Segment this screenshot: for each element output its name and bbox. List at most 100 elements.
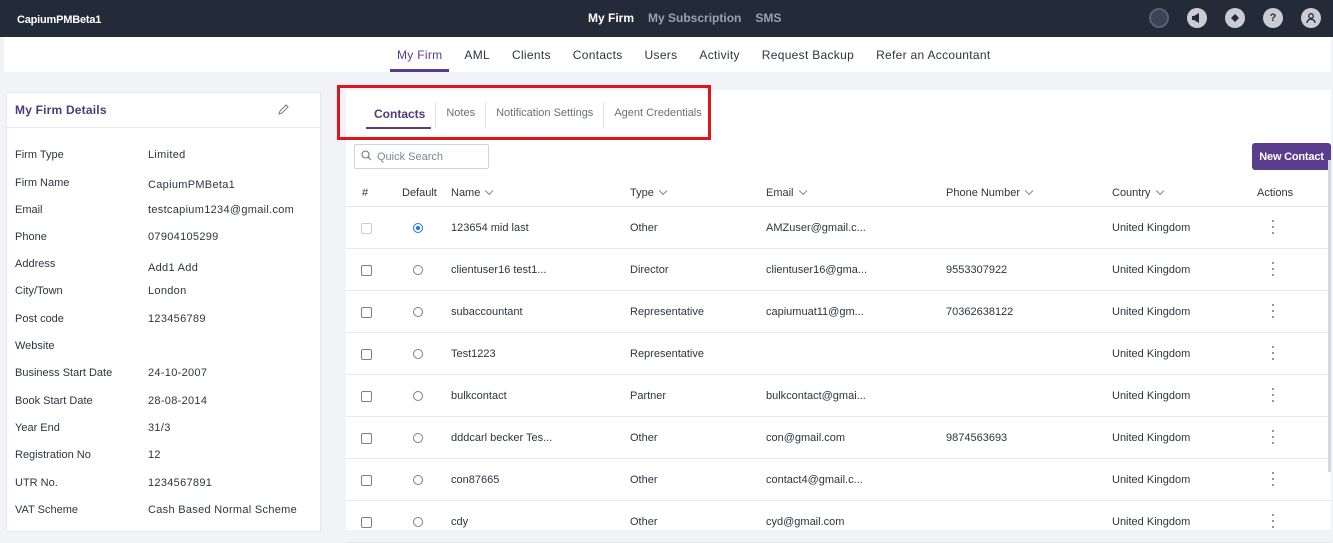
- edit-icon[interactable]: [277, 103, 291, 117]
- tab-notes[interactable]: Notes: [436, 102, 487, 128]
- cell-name[interactable]: clientuser16 test1...: [451, 264, 546, 276]
- default-radio[interactable]: [413, 433, 423, 443]
- cell-country: United Kingdom: [1112, 474, 1191, 486]
- table-header: # Default Name Type Email Phone Number C…: [346, 179, 1331, 207]
- col-phone[interactable]: Phone Number: [946, 186, 1034, 199]
- cell-name[interactable]: subaccountant: [451, 306, 523, 318]
- col-type-label: Type: [630, 187, 654, 199]
- row-checkbox[interactable]: [361, 391, 372, 402]
- more-actions-icon[interactable]: [1271, 220, 1275, 234]
- tab-contacts[interactable]: Contacts: [364, 102, 437, 129]
- table-row[interactable]: 123654 mid last Other AMZuser@gmail.c... Un…: [346, 207, 1331, 249]
- default-radio[interactable]: [413, 349, 423, 359]
- subnav-users[interactable]: Users: [634, 37, 689, 72]
- detail-value: 24-10-2007: [148, 367, 208, 379]
- cell-name[interactable]: bulkcontact: [451, 390, 507, 402]
- subnav-refer-accountant[interactable]: Refer an Accountant: [865, 37, 1001, 72]
- topnav-my-firm[interactable]: My Firm: [588, 11, 634, 25]
- table-row[interactable]: Test1223 Representative United Kingdom: [346, 333, 1331, 375]
- secondary-nav: My Firm AML Clients Contacts Users Activ…: [4, 37, 1331, 72]
- default-radio[interactable]: [413, 391, 423, 401]
- col-name[interactable]: Name: [451, 186, 494, 199]
- contacts-panel: Contacts Notes Notification Settings Age…: [346, 90, 1331, 543]
- row-checkbox[interactable]: [361, 307, 372, 318]
- brand-name: CapiumPMBeta1: [17, 14, 102, 26]
- row-checkbox[interactable]: [361, 223, 372, 234]
- cell-email: con@gmail.com: [766, 432, 846, 444]
- tab-notification-settings[interactable]: Notification Settings: [486, 102, 605, 128]
- cell-name[interactable]: dddcarl becker Tes...: [451, 432, 552, 444]
- subnav-activity[interactable]: Activity: [688, 37, 750, 72]
- detail-value: Limited: [148, 149, 186, 161]
- firm-details-card: My Firm Details Firm Type Limited Firm N…: [6, 92, 321, 532]
- cell-name[interactable]: 123654 mid last: [451, 222, 529, 234]
- row-checkbox[interactable]: [361, 433, 372, 444]
- top-bar: CapiumPMBeta1 My Firm My Subscription SM…: [0, 0, 1333, 37]
- table-row[interactable]: dddcarl becker Tes... Other con@gmail.com 9…: [346, 417, 1331, 459]
- table-row[interactable]: clientuser16 test1... Director clientuser1…: [346, 249, 1331, 291]
- cell-country: United Kingdom: [1112, 348, 1191, 360]
- subnav-request-backup[interactable]: Request Backup: [751, 37, 865, 72]
- row-checkbox[interactable]: [361, 349, 372, 360]
- table-row[interactable]: bulkcontact Partner bulkcontact@gmai... Uni…: [346, 375, 1331, 417]
- default-radio[interactable]: [413, 265, 423, 275]
- cell-phone: 9553307922: [946, 264, 1008, 276]
- table-row[interactable]: con87665 Other contact4@gmail.c... United K…: [346, 459, 1331, 501]
- detail-value: 12: [148, 449, 161, 461]
- subnav-clients[interactable]: Clients: [501, 37, 562, 72]
- chevron-down-icon: [798, 186, 807, 196]
- subnav-my-firm[interactable]: My Firm: [386, 37, 453, 72]
- tab-agent-credentials[interactable]: Agent Credentials: [604, 102, 711, 128]
- more-actions-icon[interactable]: [1271, 388, 1275, 402]
- topnav-sms[interactable]: SMS: [755, 11, 781, 25]
- more-actions-icon[interactable]: [1271, 262, 1275, 276]
- status-icon[interactable]: [1149, 8, 1169, 28]
- subnav-contacts[interactable]: Contacts: [562, 37, 634, 72]
- col-country[interactable]: Country: [1112, 186, 1164, 199]
- table-row[interactable]: subaccountant Representative capiumuat11@g…: [346, 291, 1331, 333]
- cell-name[interactable]: Test1223: [451, 348, 496, 360]
- more-actions-icon[interactable]: [1271, 472, 1275, 486]
- cell-email: cyd@gmail.com: [766, 516, 845, 528]
- more-actions-icon[interactable]: [1271, 304, 1275, 318]
- detail-label: Year End: [15, 422, 60, 434]
- cell-type: Other: [630, 516, 658, 528]
- cell-type: Representative: [630, 348, 704, 360]
- subnav-aml[interactable]: AML: [453, 37, 501, 72]
- cell-country: United Kingdom: [1112, 516, 1191, 528]
- col-type[interactable]: Type: [630, 186, 668, 199]
- more-actions-icon[interactable]: [1271, 346, 1275, 360]
- detail-label: Email: [15, 204, 43, 216]
- new-contact-button[interactable]: New Contact: [1252, 143, 1331, 170]
- row-checkbox[interactable]: [361, 265, 372, 276]
- more-actions-icon[interactable]: [1271, 430, 1275, 444]
- megaphone-icon[interactable]: [1187, 8, 1207, 28]
- chevron-down-icon: [658, 186, 668, 196]
- chevron-down-icon: [1024, 186, 1034, 196]
- cell-type: Representative: [630, 306, 704, 318]
- help-icon[interactable]: ?: [1263, 8, 1283, 28]
- col-email[interactable]: Email: [766, 186, 807, 199]
- detail-label: Firm Type: [15, 149, 64, 161]
- search-input[interactable]: [377, 148, 485, 166]
- cell-name[interactable]: cdy: [451, 516, 468, 528]
- cell-phone: 70362638122: [946, 306, 1014, 318]
- search-icon: [361, 150, 372, 161]
- detail-value: Cash Based Normal Scheme: [148, 504, 298, 516]
- user-icon[interactable]: [1301, 8, 1321, 28]
- detail-value: 28-08-2014: [148, 395, 208, 407]
- default-radio[interactable]: [413, 307, 423, 317]
- topnav-my-subscription[interactable]: My Subscription: [648, 11, 741, 25]
- ticket-icon[interactable]: [1225, 8, 1245, 28]
- row-checkbox[interactable]: [361, 517, 372, 528]
- scrollbar[interactable]: [1328, 160, 1331, 472]
- firm-details-title: My Firm Details: [15, 103, 107, 117]
- table-row[interactable]: cdy Other cyd@gmail.com United Kingdom: [346, 501, 1331, 543]
- default-radio[interactable]: [413, 475, 423, 485]
- cell-name[interactable]: con87665: [451, 474, 499, 486]
- row-checkbox[interactable]: [361, 475, 372, 486]
- top-nav: My Firm My Subscription SMS: [588, 11, 781, 25]
- quick-search[interactable]: [354, 144, 489, 169]
- cell-country: United Kingdom: [1112, 432, 1191, 444]
- default-radio[interactable]: [413, 223, 423, 233]
